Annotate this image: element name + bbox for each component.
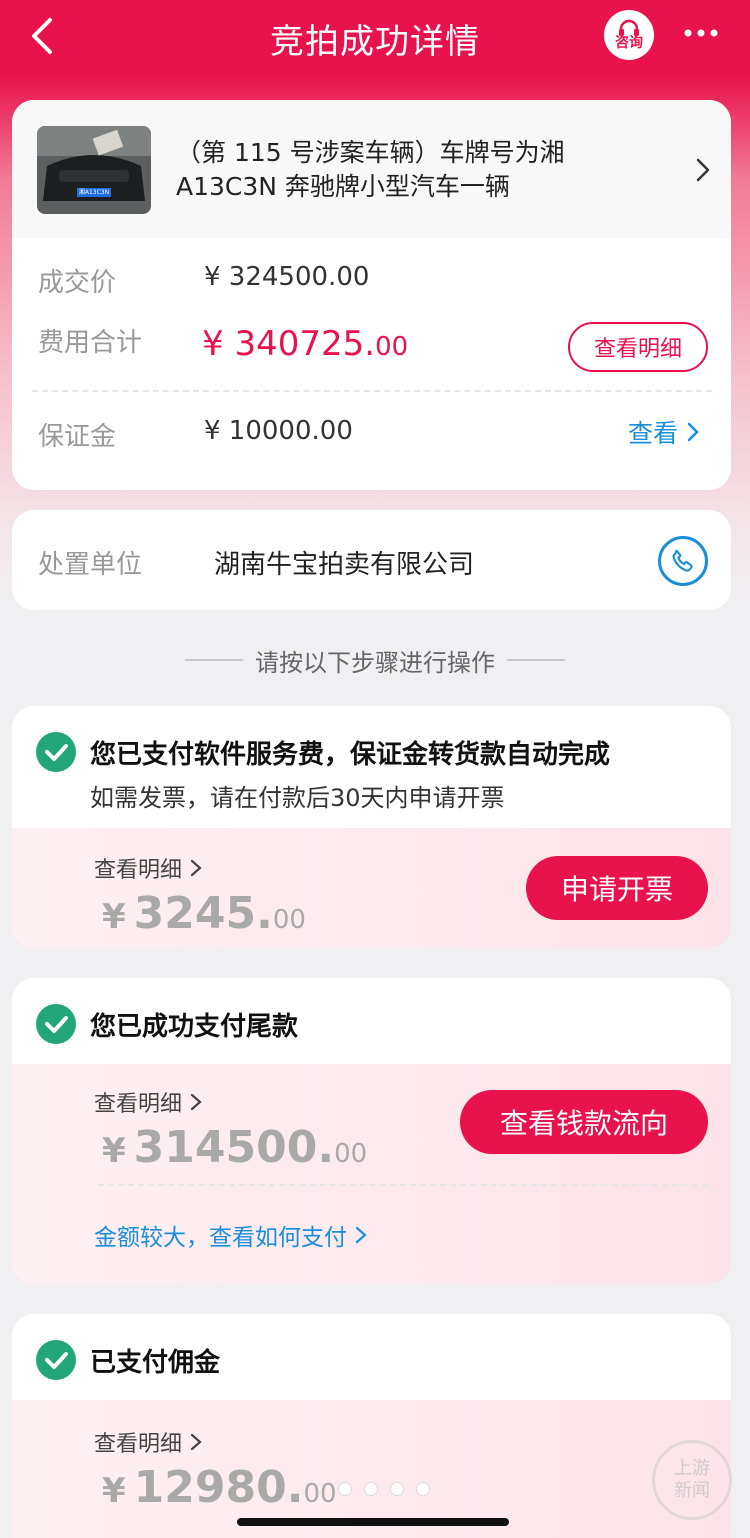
consult-button[interactable]: 咨询: [604, 10, 654, 60]
apply-invoice-button[interactable]: 申请开票: [526, 856, 708, 920]
step-title: 您已支付软件服务费，保证金转货款自动完成: [90, 740, 611, 770]
steps-section-header: 请按以下步骤进行操作: [0, 640, 750, 680]
divider: [32, 390, 712, 392]
step-header: 已支付佣金: [12, 1314, 731, 1400]
page-title: 竞拍成功详情: [270, 21, 480, 62]
page-dot: [390, 1482, 404, 1496]
view-detail-button[interactable]: 查看明细: [568, 322, 708, 372]
how-to-pay-link[interactable]: 金额较大，查看如何支付: [94, 1218, 367, 1252]
amount-value: ¥3245.00: [102, 888, 306, 939]
step-card-final-payment: 您已成功支付尾款 查看明细 ¥314500.00 查看钱款流向 金额较大，查看如…: [12, 978, 731, 1284]
check-circle-icon: [36, 732, 76, 772]
vehicle-thumbnail: 湘A13C3N: [37, 126, 151, 214]
step-body: 查看明细 ¥314500.00 查看钱款流向 金额较大，查看如何支付: [12, 1064, 731, 1284]
chevron-right-icon: [190, 859, 202, 877]
chevron-right-icon: [687, 422, 699, 442]
check-circle-icon: [36, 1004, 76, 1044]
step-card-commission: 已支付佣金 查看明细 ¥12980.00: [12, 1314, 731, 1538]
step-subtitle: 如需发票，请在付款后30天内申请开票: [90, 784, 505, 812]
deposit-view-link[interactable]: 查看: [628, 414, 700, 450]
nav-header: 竞拍成功详情 咨询: [0, 0, 750, 76]
view-money-flow-button[interactable]: 查看钱款流向: [460, 1090, 708, 1154]
deal-price-label: 成交价: [38, 268, 117, 298]
deposit-label: 保证金: [38, 422, 117, 452]
amount-value: ¥314500.00: [102, 1122, 368, 1173]
view-detail-link[interactable]: 查看明细: [94, 852, 202, 884]
disposal-unit-card: 处置单位 湖南牛宝拍卖有限公司: [12, 510, 731, 610]
product-title: （第 115 号涉案车辆）车牌号为湘 A13C3N 奔驰牌小型汽车一辆: [176, 138, 565, 201]
chevron-left-icon: [32, 18, 52, 54]
watermark-logo: 上游 新闻: [652, 1440, 732, 1520]
disposal-value: 湖南牛宝拍卖有限公司: [214, 550, 475, 580]
divider: [98, 1184, 708, 1186]
chevron-right-icon: [355, 1226, 367, 1244]
step-header: 您已成功支付尾款: [12, 978, 731, 1064]
plate-text: 湘A13C3N: [78, 189, 110, 196]
page-indicator-dots: [338, 1482, 442, 1496]
divider: [185, 659, 243, 661]
call-button[interactable]: [658, 536, 708, 586]
more-menu-button[interactable]: [682, 18, 722, 48]
home-indicator[interactable]: [237, 1518, 509, 1526]
total-fee-value: ¥ 340725.00: [202, 324, 409, 364]
view-detail-link[interactable]: 查看明细: [94, 1426, 202, 1458]
divider: [507, 659, 565, 661]
step-header: 您已支付软件服务费，保证金转货款自动完成 如需发票，请在付款后30天内申请开票: [12, 706, 731, 828]
step-title: 您已成功支付尾款: [90, 1012, 299, 1042]
auction-summary-card: 湘A13C3N （第 115 号涉案车辆）车牌号为湘 A13C3N 奔驰牌小型汽…: [12, 100, 731, 490]
page-dot: [364, 1482, 378, 1496]
consult-label: 咨询: [615, 35, 643, 51]
more-dots-icon: [684, 29, 718, 37]
page-dot: [338, 1482, 352, 1496]
amount-value: ¥12980.00: [102, 1462, 337, 1513]
phone-icon: [672, 549, 693, 572]
step-body: 查看明细 ¥3245.00 申请开票: [12, 828, 731, 948]
check-circle-icon: [36, 1340, 76, 1380]
product-row[interactable]: 湘A13C3N （第 115 号涉案车辆）车牌号为湘 A13C3N 奔驰牌小型汽…: [12, 100, 731, 238]
total-fee-label: 费用合计: [38, 328, 143, 358]
chevron-right-icon: [190, 1433, 202, 1451]
deposit-value: ¥ 10000.00: [204, 416, 353, 446]
back-button[interactable]: [22, 14, 66, 58]
step-title: 已支付佣金: [90, 1348, 221, 1378]
view-detail-link[interactable]: 查看明细: [94, 1086, 202, 1118]
disposal-label: 处置单位: [38, 550, 143, 580]
chevron-right-icon: [696, 158, 710, 182]
step-card-service-fee: 您已支付软件服务费，保证金转货款自动完成 如需发票，请在付款后30天内申请开票 …: [12, 706, 731, 948]
deal-price-value: ¥ 324500.00: [204, 262, 370, 292]
page-dot: [416, 1482, 430, 1496]
chevron-right-icon: [190, 1093, 202, 1111]
